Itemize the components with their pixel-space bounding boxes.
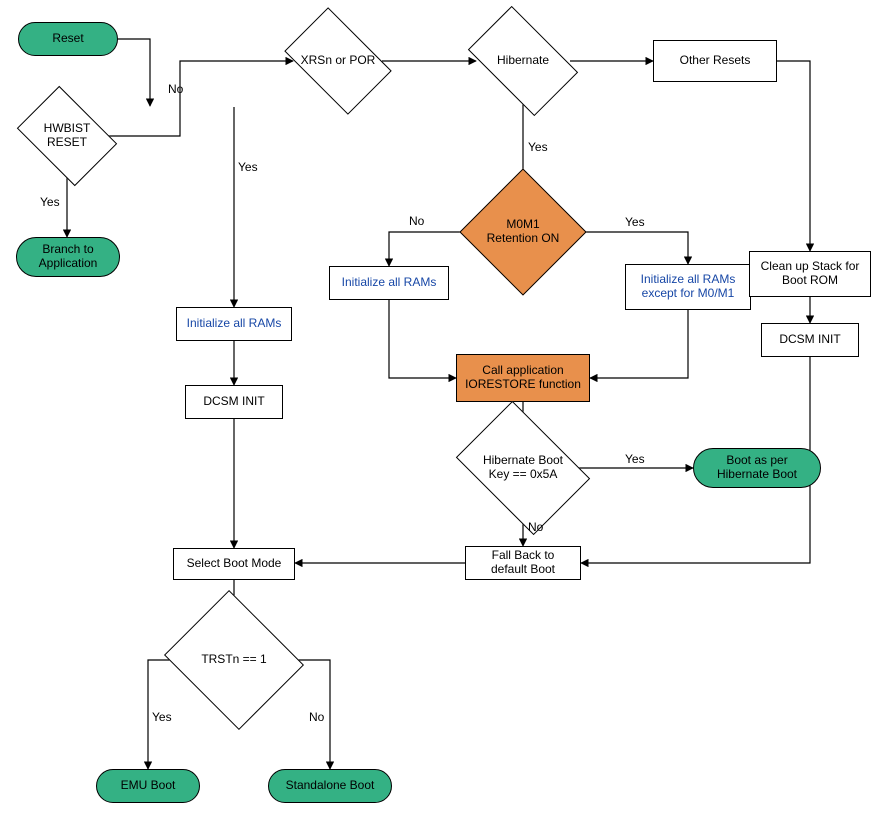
- label-hwbist: HWBIST RESET: [26, 122, 108, 150]
- label-cleanup-stack: Clean up Stack for Boot ROM: [756, 260, 864, 288]
- label-hib-key: Hibernate Boot Key == 0x5A: [468, 454, 578, 482]
- process-iorestore: Call application IORESTORE function: [456, 354, 590, 402]
- edge-hibkey-yes: Yes: [625, 452, 645, 466]
- edge-trstn-yes: Yes: [152, 710, 172, 724]
- label-branch-app: Branch to Application: [31, 243, 105, 271]
- terminator-standalone-boot: Standalone Boot: [268, 769, 392, 803]
- process-fallback-boot: Fall Back to default Boot: [465, 546, 581, 580]
- label-iorestore: Call application IORESTORE function: [463, 364, 583, 392]
- label-init-rams-left: Initialize all RAMs: [187, 317, 282, 331]
- label-select-boot: Select Boot Mode: [187, 557, 282, 571]
- label-dcsm-left: DCSM INIT: [203, 395, 264, 409]
- decision-hibernate: Hibernate: [476, 30, 570, 92]
- label-fallback: Fall Back to default Boot: [472, 549, 574, 577]
- edge-hibkey-no: No: [528, 520, 543, 534]
- process-init-rams-left: Initialize all RAMs: [176, 307, 292, 341]
- process-cleanup-stack: Clean up Stack for Boot ROM: [749, 251, 871, 297]
- label-trstn: TRSTn == 1: [197, 653, 270, 667]
- process-other-resets: Other Resets: [653, 40, 777, 82]
- edge-hwbist-no: No: [168, 82, 183, 96]
- edge-xrsn-yes: Yes: [238, 160, 258, 174]
- process-init-rams-except: Initialize all RAMs except for M0/M1: [625, 264, 751, 310]
- label-emu-boot: EMU Boot: [121, 779, 176, 793]
- label-standalone: Standalone Boot: [286, 779, 375, 793]
- label-dcsm-right: DCSM INIT: [779, 333, 840, 347]
- label-init-rams-right: Initialize all RAMs except for M0/M1: [641, 272, 736, 300]
- terminator-reset: Reset: [18, 22, 118, 56]
- edge-m0m1-yes: Yes: [625, 215, 645, 229]
- decision-m0m1-retention: M0M1 Retention ON: [478, 187, 568, 277]
- edge-hib-yes: Yes: [528, 140, 548, 154]
- edge-hwbist-yes: Yes: [40, 195, 60, 209]
- label-xrsn-por: XRSn or POR: [297, 54, 380, 68]
- process-init-rams-mid: Initialize all RAMs: [329, 266, 449, 300]
- label-boot-hib: Boot as per Hibernate Boot: [708, 454, 806, 482]
- decision-hibernate-boot-key: Hibernate Boot Key == 0x5A: [468, 428, 578, 508]
- process-select-boot-mode: Select Boot Mode: [173, 548, 295, 580]
- label-other-resets: Other Resets: [680, 54, 751, 68]
- process-dcsm-init-left: DCSM INIT: [185, 385, 283, 419]
- label-init-rams-mid: Initialize all RAMs: [342, 276, 437, 290]
- decision-trstn: TRSTn == 1: [181, 614, 287, 706]
- decision-xrsn-or-por: XRSn or POR: [293, 30, 383, 92]
- terminator-boot-hibernate: Boot as per Hibernate Boot: [693, 448, 821, 488]
- label-hibernate: Hibernate: [493, 54, 553, 68]
- edge-m0m1-no: No: [409, 214, 424, 228]
- terminator-branch-to-application: Branch to Application: [16, 237, 120, 277]
- label-reset: Reset: [52, 32, 83, 46]
- terminator-emu-boot: EMU Boot: [96, 769, 200, 803]
- label-m0m1: M0M1 Retention ON: [478, 218, 568, 246]
- decision-hwbist-reset: HWBIST RESET: [26, 106, 108, 166]
- process-dcsm-init-right: DCSM INIT: [761, 323, 859, 357]
- edge-trstn-no: No: [309, 710, 324, 724]
